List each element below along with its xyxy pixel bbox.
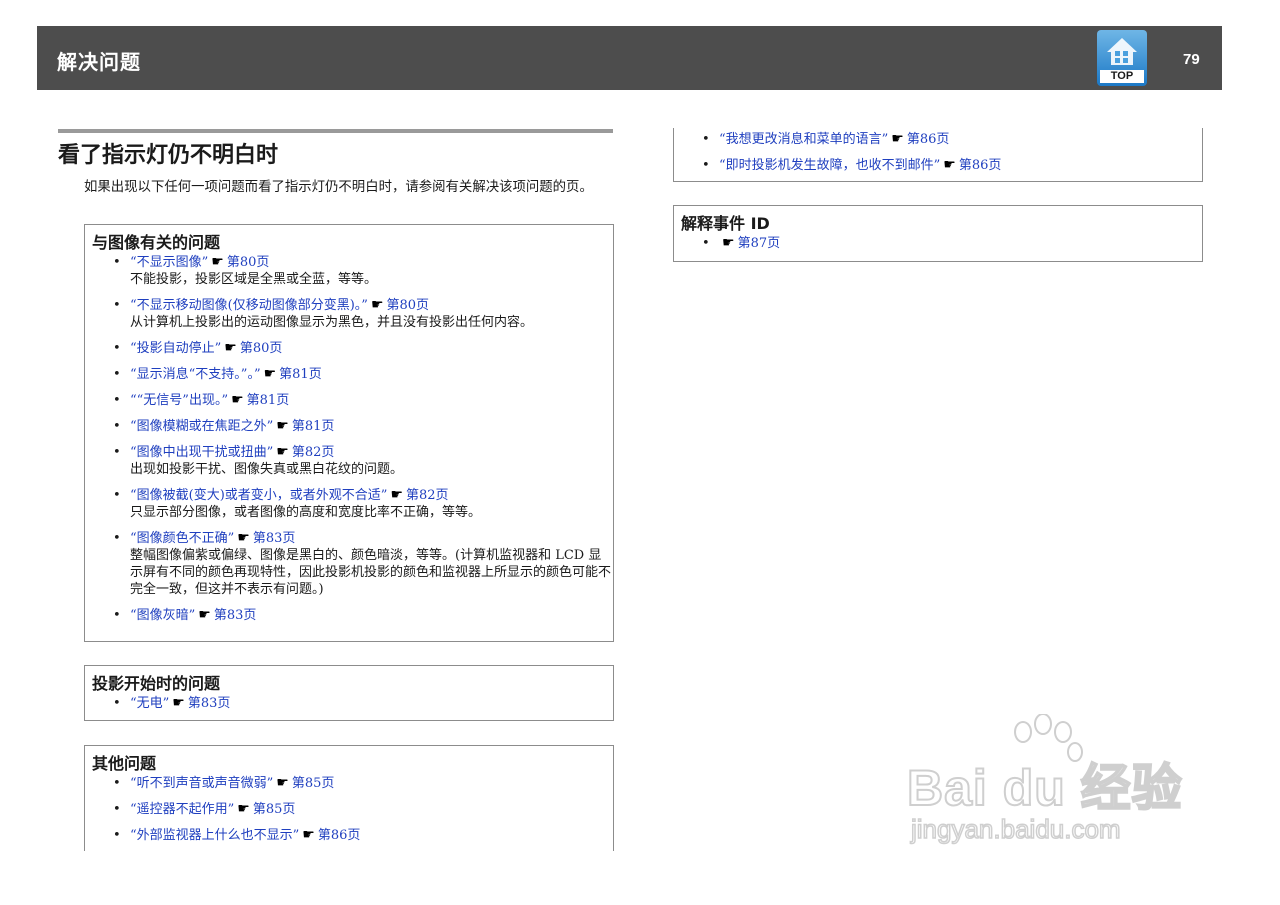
section-rule: [58, 129, 613, 133]
list-item: “图像颜色不正确”☛第83页整幅图像偏紫或偏绿、图像是黑白的、颜色暗淡，等等。(…: [113, 530, 613, 598]
pointing-hand-icon: ☛: [943, 157, 956, 173]
box-title: 解释事件 ID: [681, 214, 770, 233]
pointing-hand-icon: ☛: [211, 254, 224, 270]
list-item: “图像被截(变大)或者变小，或者外观不合适”☛第82页只显示部分图像，或者图像的…: [113, 487, 613, 521]
problem-link[interactable]: “不显示图像”: [130, 255, 208, 270]
page-number: 79: [1183, 51, 1200, 68]
page-link[interactable]: 第81页: [292, 419, 335, 434]
pointing-hand-icon: ☛: [276, 775, 289, 791]
list-item: “无电”☛第83页: [113, 695, 613, 712]
other-problems-box-continued: “我想更改消息和菜单的语言”☛第86页“即时投影机发生故障，也收不到邮件”☛第8…: [673, 128, 1203, 182]
list-item: “不显示移动图像(仅移动图像部分变黑)。”☛第80页从计算机上投影出的运动图像显…: [113, 297, 613, 331]
box-title: 其他问题: [92, 754, 157, 773]
list-item: “投影自动停止”☛第80页: [113, 340, 613, 357]
top-button[interactable]: TOP: [1097, 30, 1147, 86]
page-link[interactable]: 第82页: [406, 488, 449, 503]
list-item: “图像灰暗”☛第83页: [113, 607, 613, 624]
problem-link[interactable]: “图像颜色不正确”: [130, 531, 234, 546]
page-link[interactable]: 第80页: [387, 298, 430, 313]
startup-problems-box: 投影开始时的问题 “无电”☛第83页: [84, 665, 614, 721]
problem-list: “不显示图像”☛第80页不能投影，投影区域是全黑或全蓝，等等。“不显示移动图像(…: [85, 254, 613, 624]
problem-link[interactable]: “我想更改消息和菜单的语言”: [719, 132, 888, 147]
problem-link[interactable]: “即时投影机发生故障，也收不到邮件”: [719, 158, 940, 173]
problem-link[interactable]: “无电”: [130, 696, 169, 711]
intro-paragraph: 如果出现以下任何一项问题而看了指示灯仍不明白时，请参阅有关解决该项问题的页。: [84, 180, 593, 195]
pointing-hand-icon: ☛: [224, 340, 237, 356]
pointing-hand-icon: ☛: [263, 366, 277, 382]
page-link[interactable]: 第85页: [292, 776, 335, 791]
problem-link[interactable]: ““无信号”出现。”: [130, 393, 228, 408]
page-link[interactable]: 第80页: [227, 255, 270, 270]
problem-link[interactable]: “图像中出现干扰或扭曲”: [130, 445, 273, 460]
page-link[interactable]: 第82页: [292, 445, 335, 460]
chapter-title: 解决问题: [57, 50, 141, 74]
watermark-url: jingyan.baidu.com: [910, 813, 1121, 845]
home-icon: [1107, 38, 1137, 65]
problem-list: ☛第87页: [674, 235, 1202, 252]
event-id-box: 解释事件 ID ☛第87页: [673, 205, 1203, 262]
baidu-watermark: Bai du 经验 jingyan.baidu.com: [905, 710, 1205, 860]
problem-link[interactable]: “投影自动停止”: [130, 341, 221, 356]
problem-list: “我想更改消息和菜单的语言”☛第86页“即时投影机发生故障，也收不到邮件”☛第8…: [674, 131, 1202, 174]
pointing-hand-icon: ☛: [231, 392, 244, 408]
problem-link[interactable]: “图像模糊或在焦距之外”: [130, 419, 273, 434]
section-title: 看了指示灯仍不明白时: [58, 143, 279, 168]
pointing-hand-icon: ☛: [237, 530, 250, 546]
problem-description: 不能投影，投影区域是全黑或全蓝，等等。: [130, 272, 378, 287]
pointing-hand-icon: ☛: [198, 607, 211, 623]
top-label: TOP: [1100, 70, 1144, 83]
problem-description: 从计算机上投影出的运动图像显示为黑色，并且没有投影出任何内容。: [130, 315, 534, 330]
problem-link[interactable]: “图像灰暗”: [130, 608, 195, 623]
pointing-hand-icon: ☛: [302, 827, 315, 843]
list-item: “即时投影机发生故障，也收不到邮件”☛第86页: [702, 157, 1202, 174]
page-link[interactable]: 第80页: [240, 341, 283, 356]
problem-description: 只显示部分图像，或者图像的高度和宽度比率不正确，等等。: [130, 505, 482, 520]
list-item: ““无信号”出现。”☛第81页: [113, 392, 613, 409]
pointing-hand-icon: ☛: [370, 297, 384, 313]
list-item: “外部监视器上什么也不显示”☛第86页: [113, 827, 613, 844]
problem-link[interactable]: “遥控器不起作用”: [130, 802, 234, 817]
pointing-hand-icon: ☛: [390, 487, 403, 503]
page-link[interactable]: 第83页: [214, 608, 257, 623]
page-link[interactable]: 第81页: [247, 393, 290, 408]
pointing-hand-icon: ☛: [172, 695, 185, 711]
watermark-logo: Bai du 经验: [906, 759, 1183, 817]
pointing-hand-icon: ☛: [276, 418, 289, 434]
problem-link[interactable]: “外部监视器上什么也不显示”: [130, 828, 299, 843]
page-link[interactable]: 第85页: [253, 802, 296, 817]
box-title: 与图像有关的问题: [92, 233, 221, 252]
pointing-hand-icon: ☛: [891, 131, 904, 147]
page-link[interactable]: 第83页: [188, 696, 231, 711]
list-item: “我想更改消息和菜单的语言”☛第86页: [702, 131, 1202, 148]
list-item: ☛第87页: [702, 235, 1202, 252]
problem-link[interactable]: “图像被截(变大)或者变小，或者外观不合适”: [130, 488, 387, 503]
page-link[interactable]: 第86页: [959, 158, 1002, 173]
other-problems-box: 其他问题 “听不到声音或声音微弱”☛第85页“遥控器不起作用”☛第85页“外部监…: [84, 745, 614, 851]
problem-description: 整幅图像偏紫或偏绿、图像是黑白的、颜色暗淡，等等。(计算机监视器和 LCD 显示…: [130, 548, 612, 597]
page-link[interactable]: 第81页: [279, 367, 322, 382]
problem-link[interactable]: “显示消息“不支持。”。”: [130, 367, 261, 382]
list-item: “图像模糊或在焦距之外”☛第81页: [113, 418, 613, 435]
pointing-hand-icon: ☛: [276, 444, 289, 460]
problem-list: “无电”☛第83页: [85, 695, 613, 712]
page-header: 解决问题 TOP 79: [37, 26, 1222, 90]
page-link[interactable]: 第86页: [907, 132, 950, 147]
problem-description: 出现如投影干扰、图像失真或黑白花纹的问题。: [130, 462, 404, 477]
page-link[interactable]: 第87页: [738, 236, 781, 251]
list-item: “听不到声音或声音微弱”☛第85页: [113, 775, 613, 792]
problem-link[interactable]: “不显示移动图像(仅移动图像部分变黑)。”: [130, 298, 368, 313]
image-problems-box: 与图像有关的问题 “不显示图像”☛第80页不能投影，投影区域是全黑或全蓝，等等。…: [84, 224, 614, 642]
box-title: 投影开始时的问题: [92, 674, 221, 693]
list-item: “显示消息“不支持。”。”☛第81页: [113, 366, 613, 383]
pointing-hand-icon: ☛: [237, 801, 250, 817]
page-link[interactable]: 第83页: [253, 531, 296, 546]
pointing-hand-icon: ☛: [722, 235, 735, 251]
problem-list: “听不到声音或声音微弱”☛第85页“遥控器不起作用”☛第85页“外部监视器上什么…: [85, 775, 613, 844]
page-link[interactable]: 第86页: [318, 828, 361, 843]
list-item: “图像中出现干扰或扭曲”☛第82页出现如投影干扰、图像失真或黑白花纹的问题。: [113, 444, 613, 478]
list-item: “不显示图像”☛第80页不能投影，投影区域是全黑或全蓝，等等。: [113, 254, 613, 288]
problem-link[interactable]: “听不到声音或声音微弱”: [130, 776, 273, 791]
list-item: “遥控器不起作用”☛第85页: [113, 801, 613, 818]
